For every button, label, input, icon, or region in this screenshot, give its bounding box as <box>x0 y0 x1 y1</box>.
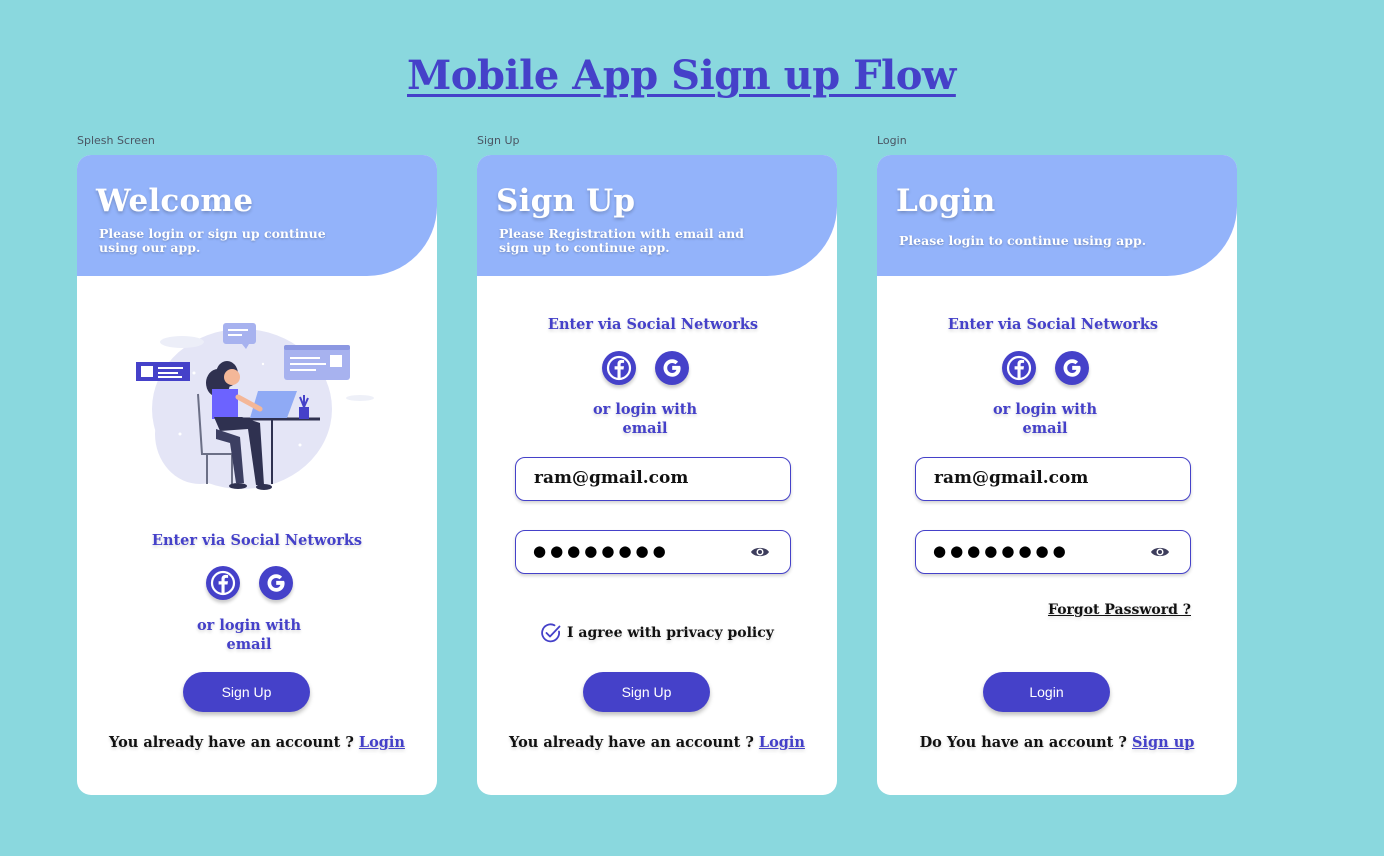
login-button[interactable]: Login <box>983 672 1110 712</box>
login-screen-card: Login Please login to continue using app… <box>877 155 1237 795</box>
privacy-agreement: I agree with privacy policy <box>540 622 774 644</box>
login-subtitle: Please login to continue using app. <box>899 233 1147 248</box>
sign-up-link[interactable]: Sign up <box>1132 734 1194 751</box>
google-icon <box>1063 359 1081 377</box>
signup-screen-card: Sign Up Please Registration with email a… <box>477 155 837 795</box>
facebook-icon <box>1006 355 1032 381</box>
or-login-with-email: or login with email <box>592 401 697 437</box>
social-heading: Enter via Social Networks <box>547 316 759 333</box>
login-link[interactable]: Login <box>359 734 405 751</box>
or-login-with-email: or login with email <box>992 401 1097 437</box>
facebook-login-button[interactable] <box>602 351 636 385</box>
splash-header: Welcome Please login or sign up continue… <box>77 155 437 276</box>
frame-label-signup: Sign Up <box>477 134 520 147</box>
agree-label: I agree with privacy policy <box>567 625 774 641</box>
login-link[interactable]: Login <box>759 734 805 751</box>
account-prompt-text: Do You have an account ? <box>919 734 1127 751</box>
login-header: Login Please login to continue using app… <box>877 155 1237 276</box>
email-field[interactable]: ram@gmail.com <box>915 457 1191 501</box>
login-title: Login <box>896 183 996 219</box>
password-field[interactable]: ●●●●●●●● <box>515 530 791 574</box>
forgot-password-link[interactable]: Forgot Password ? <box>1048 602 1191 618</box>
facebook-icon <box>606 355 632 381</box>
page-title: Mobile App Sign up Flow <box>407 52 956 99</box>
google-login-button[interactable] <box>259 566 293 600</box>
email-field[interactable]: ram@gmail.com <box>515 457 791 501</box>
splash-screen-card: Welcome Please login or sign up continue… <box>77 155 437 795</box>
account-prompt: Do You have an account ? Sign up <box>877 734 1237 751</box>
splash-title: Welcome <box>96 183 254 219</box>
eye-icon[interactable] <box>1150 544 1170 560</box>
email-value: ram@gmail.com <box>934 468 1089 488</box>
facebook-login-button[interactable] <box>206 566 240 600</box>
check-circle-icon[interactable] <box>540 622 562 644</box>
facebook-login-button[interactable] <box>1002 351 1036 385</box>
frame-label-splash: Splesh Screen <box>77 134 155 147</box>
sign-up-button[interactable]: Sign Up <box>183 672 310 712</box>
woman-working-on-laptop-illustration <box>136 323 374 490</box>
social-heading: Enter via Social Networks <box>947 316 1159 333</box>
eye-icon[interactable] <box>750 544 770 560</box>
signup-subtitle: Please Registration with email and sign … <box>499 226 744 255</box>
signup-title: Sign Up <box>496 183 636 219</box>
account-prompt: You already have an account ? Login <box>77 734 437 751</box>
social-heading: Enter via Social Networks <box>151 532 363 549</box>
frame-label-login: Login <box>877 134 907 147</box>
account-prompt: You already have an account ? Login <box>477 734 837 751</box>
sign-up-button[interactable]: Sign Up <box>583 672 710 712</box>
account-prompt-text: You already have an account ? <box>109 734 354 751</box>
or-login-with-email: or login with email <box>196 617 301 653</box>
google-login-button[interactable] <box>655 351 689 385</box>
email-value: ram@gmail.com <box>534 468 689 488</box>
account-prompt-text: You already have an account ? <box>509 734 754 751</box>
password-field[interactable]: ●●●●●●●● <box>915 530 1191 574</box>
password-mask: ●●●●●●●● <box>533 542 670 560</box>
google-icon <box>267 574 285 592</box>
google-icon <box>663 359 681 377</box>
splash-subtitle: Please login or sign up continue using o… <box>99 226 326 255</box>
facebook-icon <box>210 570 236 596</box>
password-mask: ●●●●●●●● <box>933 542 1070 560</box>
signup-header: Sign Up Please Registration with email a… <box>477 155 837 276</box>
google-login-button[interactable] <box>1055 351 1089 385</box>
